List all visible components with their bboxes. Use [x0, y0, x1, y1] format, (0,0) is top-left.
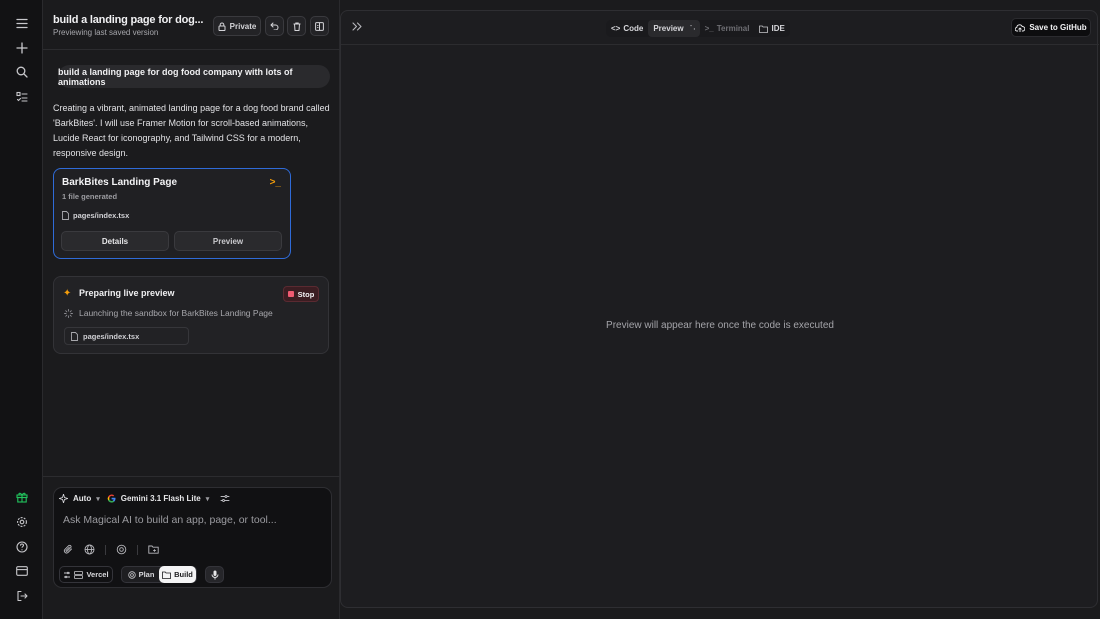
cloud-upload-icon	[1015, 23, 1026, 32]
tab-terminal[interactable]: >_ Terminal	[700, 20, 755, 37]
details-button[interactable]: Details	[61, 231, 169, 251]
artifact-card[interactable]: BarkBites Landing Page >_ 1 file generat…	[53, 168, 291, 259]
tool-separator	[105, 544, 106, 555]
workspace-panel: <> Code Preview >_ Terminal IDE Save to …	[340, 10, 1099, 608]
stop-label: Stop	[297, 289, 315, 299]
menu-icon[interactable]	[14, 15, 30, 31]
composer: Auto ▾ Gemini 3.1 Flash Lite ▾ Vercel Pl…	[53, 487, 332, 588]
google-icon	[107, 494, 116, 503]
chevron-down-icon: ▾	[96, 495, 100, 503]
undo-icon	[270, 22, 279, 30]
artifact-title: BarkBites Landing Page	[62, 177, 178, 188]
plan-button[interactable]: Plan	[125, 566, 157, 583]
screenshot-icon[interactable]	[116, 544, 127, 555]
preview-status-text: Launching the sandbox for BarkBites Land…	[79, 308, 273, 318]
file-icon	[62, 211, 69, 220]
help-icon[interactable]	[14, 539, 30, 555]
tab-ide[interactable]: IDE	[754, 20, 789, 37]
tab-ide-label: IDE	[771, 24, 785, 33]
composer-options: Auto ▾ Gemini 3.1 Flash Lite ▾	[59, 494, 230, 503]
sparkle-icon: ✦	[63, 288, 72, 299]
save-to-github-button[interactable]: Save to GitHub	[1011, 18, 1091, 37]
artifact-file[interactable]: pages/index.tsx	[62, 211, 129, 220]
chat-panel: build a landing page for dog... Previewi…	[43, 0, 340, 619]
model-selector[interactable]: Gemini 3.1 Flash Lite	[121, 494, 201, 503]
private-label: Private	[229, 21, 257, 31]
expand-sidebar-icon[interactable]	[352, 22, 362, 31]
project-subtitle: Previewing last saved version	[53, 28, 159, 37]
stop-icon	[287, 291, 294, 297]
search-icon[interactable]	[14, 64, 30, 80]
build-button[interactable]: Build	[159, 566, 196, 583]
prompt-input[interactable]	[63, 514, 323, 526]
artifact-meta: 1 file generated	[62, 192, 118, 201]
sliders-icon	[64, 571, 71, 578]
tab-code-label: Code	[623, 24, 644, 33]
vercel-button[interactable]: Vercel	[59, 566, 113, 583]
user-message: build a landing page for dog food compan…	[58, 65, 330, 88]
tab-preview[interactable]: Preview	[648, 20, 700, 37]
tab-terminal-label: Terminal	[716, 24, 750, 33]
assistant-message: Creating a vibrant, animated landing pag…	[53, 103, 330, 158]
sparkle-icon	[59, 494, 68, 503]
icon-rail	[0, 0, 43, 619]
loading-icon	[690, 24, 695, 29]
preview-placeholder: Preview will appear here once the code i…	[606, 320, 834, 331]
folder-code-icon	[162, 571, 172, 579]
folder-plus-icon[interactable]	[148, 544, 159, 555]
file-icon	[71, 331, 78, 341]
composer-divider	[43, 476, 340, 477]
composer-tools	[63, 544, 159, 555]
delete-button[interactable]	[287, 16, 306, 36]
toggle-panel-button[interactable]	[310, 16, 329, 36]
gift-icon[interactable]	[14, 489, 30, 505]
build-label: Build	[174, 570, 193, 579]
artifact-file-name: pages/index.tsx	[73, 211, 130, 220]
billing-card-icon[interactable]	[14, 563, 30, 579]
server-icon	[74, 570, 84, 579]
folder-icon	[759, 25, 769, 33]
preview-status-line: Launching the sandbox for BarkBites Land…	[64, 308, 273, 318]
sliders-icon[interactable]	[220, 494, 230, 503]
tool-separator	[137, 544, 138, 555]
undo-button[interactable]	[265, 16, 284, 36]
chat-header: build a landing page for dog... Previewi…	[43, 0, 340, 50]
microphone-icon	[211, 570, 218, 579]
settings-icon[interactable]	[14, 514, 30, 530]
mic-button[interactable]	[205, 566, 224, 583]
preview-status-card: ✦ Preparing live preview Stop Launching …	[53, 276, 329, 354]
terminal-icon: >_	[704, 24, 714, 33]
preview-file-chip[interactable]: pages/index.tsx	[64, 327, 189, 345]
target-icon	[127, 570, 136, 579]
private-button[interactable]: Private	[213, 16, 261, 36]
paperclip-icon[interactable]	[63, 544, 74, 555]
preview-file-name: pages/index.tsx	[83, 331, 140, 341]
chevron-down-icon: ▾	[205, 495, 210, 503]
trash-icon	[293, 22, 300, 31]
workspace-tabs: <> Code Preview >_ Terminal IDE	[606, 20, 790, 37]
terminal-icon: >_	[269, 177, 281, 188]
panel-icon	[315, 21, 324, 31]
spinner-icon	[64, 308, 73, 318]
tasks-icon[interactable]	[14, 89, 30, 105]
stop-button[interactable]: Stop	[283, 286, 319, 302]
plus-icon[interactable]	[14, 40, 30, 56]
plan-label: Plan	[138, 570, 155, 579]
vercel-label: Vercel	[86, 570, 109, 579]
preview-button[interactable]: Preview	[174, 231, 282, 251]
preview-status-title: Preparing live preview	[79, 288, 175, 298]
logout-icon[interactable]	[14, 588, 30, 604]
code-icon: <>	[611, 24, 621, 33]
lock-icon	[218, 22, 226, 31]
save-to-github-label: Save to GitHub	[1029, 23, 1087, 32]
workspace-toolbar: <> Code Preview >_ Terminal IDE Save to …	[341, 11, 1099, 45]
tab-preview-label: Preview	[653, 24, 684, 33]
mode-selector[interactable]: Auto	[73, 494, 91, 503]
globe-icon[interactable]	[84, 544, 95, 555]
tab-code[interactable]: <> Code	[606, 20, 648, 37]
project-title: build a landing page for dog...	[53, 14, 204, 26]
